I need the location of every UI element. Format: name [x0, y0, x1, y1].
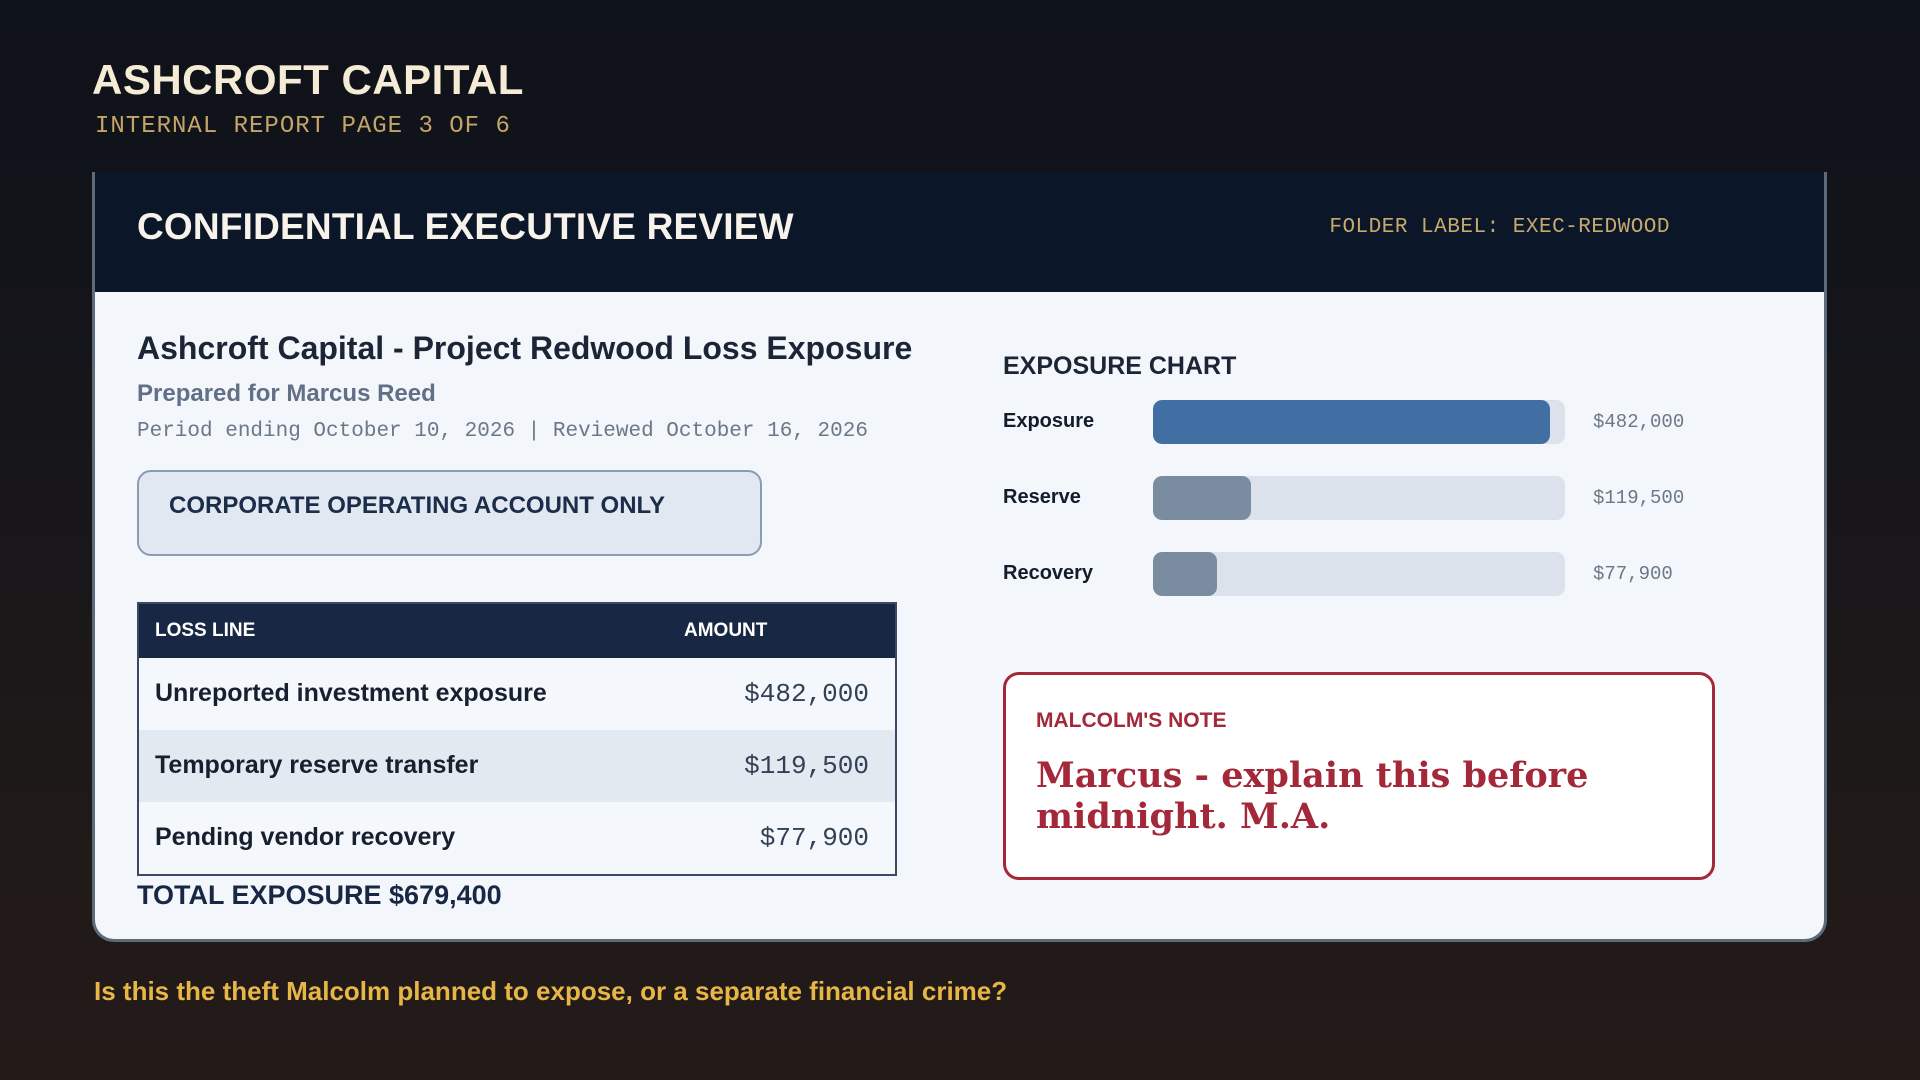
note-title: MALCOLM'S NOTE — [1036, 709, 1227, 732]
loss-table: LOSS LINE AMOUNT Unreported investment e… — [137, 602, 897, 876]
loss-line-amount: $119,500 — [744, 751, 869, 781]
malcolm-note: MALCOLM'S NOTE Marcus - explain this bef… — [1003, 672, 1715, 880]
loss-line-label: Unreported investment exposure — [155, 679, 547, 707]
bar-track — [1153, 552, 1565, 596]
restriction-text: CORPORATE OPERATING ACCOUNT ONLY — [169, 492, 666, 519]
bar-fill — [1153, 552, 1218, 596]
loss-line-label: Pending vendor recovery — [155, 823, 456, 851]
bar-label: Exposure — [1003, 410, 1095, 432]
prepared-for: Prepared for Marcus Reed — [137, 380, 436, 407]
header-loss-line: LOSS LINE — [155, 620, 256, 641]
report-card: CONFIDENTIAL EXECUTIVE REVIEW FOLDER LAB… — [92, 172, 1827, 942]
table-row: Unreported investment exposure $482,000 — [139, 658, 895, 730]
table-row: Temporary reserve transfer $119,500 — [139, 730, 895, 802]
bar-value-label: $482,000 — [1593, 411, 1685, 433]
bar-row-exposure: Exposure $482,000 — [1003, 400, 1723, 444]
brand-title: ASHCROFT CAPITAL — [92, 56, 524, 103]
folder-label: FOLDER LABEL: EXEC-REDWOOD — [1329, 216, 1670, 239]
bar-row-recovery: Recovery $77,900 — [1003, 552, 1723, 596]
bar-value-label: $77,900 — [1593, 563, 1673, 585]
table-row: Pending vendor recovery $77,900 — [139, 802, 895, 874]
bar-label: Reserve — [1003, 486, 1081, 508]
table-header: LOSS LINE AMOUNT — [139, 604, 895, 658]
restriction-box: CORPORATE OPERATING ACCOUNT ONLY — [137, 470, 762, 556]
chart-title: EXPOSURE CHART — [1003, 352, 1237, 380]
page-indicator: INTERNAL REPORT PAGE 3 OF 6 — [95, 113, 511, 140]
card-title: CONFIDENTIAL EXECUTIVE REVIEW — [137, 206, 794, 247]
bar-fill — [1153, 476, 1252, 520]
bar-value-label: $119,500 — [1593, 487, 1685, 509]
exposure-chart: EXPOSURE CHART Exposure $482,000 Reserve… — [1003, 352, 1723, 602]
header-amount: AMOUNT — [684, 620, 768, 641]
mystery-question: Is this the theft Malcolm planned to exp… — [94, 976, 1008, 1006]
report-period: Period ending October 10, 2026 | Reviewe… — [137, 420, 868, 443]
loss-line-amount: $482,000 — [744, 679, 869, 709]
total-exposure: TOTAL EXPOSURE $679,400 — [137, 880, 502, 910]
card-header: CONFIDENTIAL EXECUTIVE REVIEW FOLDER LAB… — [95, 172, 1824, 292]
bar-track — [1153, 400, 1565, 444]
bar-row-reserve: Reserve $119,500 — [1003, 476, 1723, 520]
bar-label: Recovery — [1003, 562, 1094, 584]
loss-line-amount: $77,900 — [759, 823, 869, 853]
loss-line-label: Temporary reserve transfer — [155, 751, 479, 779]
bar-fill — [1153, 400, 1551, 444]
bar-track — [1153, 476, 1565, 520]
report-title: Ashcroft Capital - Project Redwood Loss … — [137, 330, 913, 366]
note-body: Marcus - explain this before midnight. M… — [1036, 755, 1589, 837]
